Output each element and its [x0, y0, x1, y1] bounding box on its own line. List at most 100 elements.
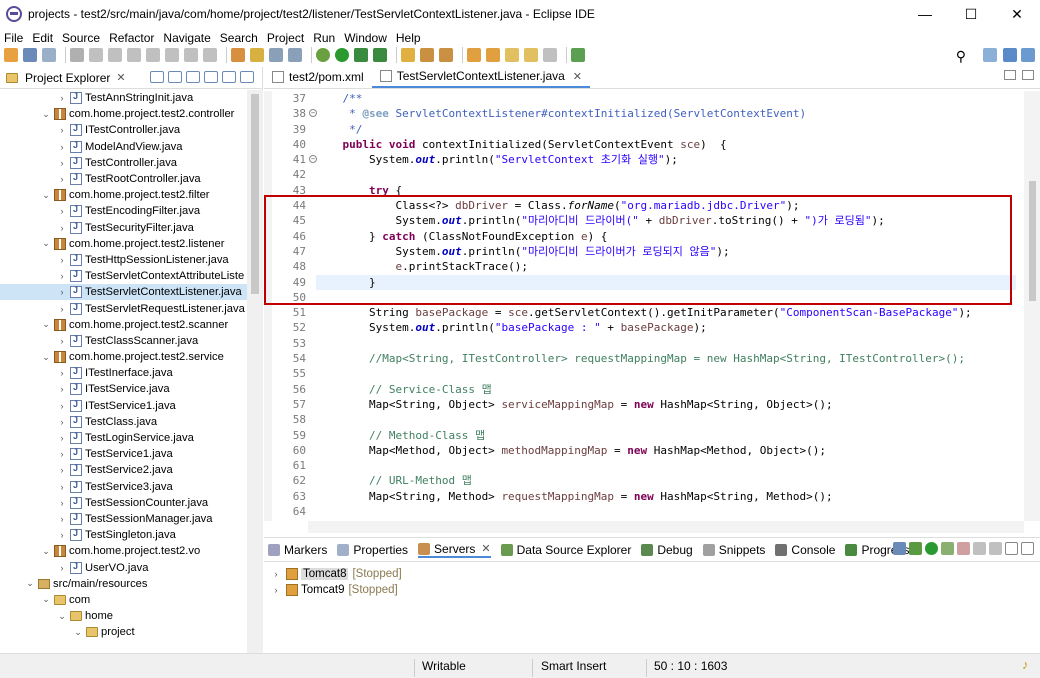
- file-row[interactable]: › TestRootController.java: [0, 171, 247, 187]
- search-icon[interactable]: ⚲: [956, 48, 966, 65]
- profile-server-icon[interactable]: [941, 542, 954, 555]
- file-row[interactable]: › TestAnnStringInit.java: [0, 90, 247, 106]
- expand-icon[interactable]: ›: [270, 585, 282, 595]
- file-row[interactable]: › TestService3.java: [0, 479, 247, 495]
- menu-navigate[interactable]: Navigate: [159, 31, 215, 45]
- expand-icon[interactable]: ›: [56, 304, 68, 314]
- file-row[interactable]: › ModelAndView.java: [0, 139, 247, 155]
- expand-icon[interactable]: ⌄: [40, 594, 52, 605]
- start-server-icon[interactable]: [925, 542, 938, 555]
- project-explorer-tab[interactable]: Project Explorer ✕: [0, 67, 262, 89]
- expand-icon[interactable]: ›: [270, 569, 282, 579]
- server-row-tomcat8[interactable]: › Tomcat8 [Stopped]: [264, 566, 1040, 582]
- close-icon[interactable]: ✕: [116, 71, 125, 84]
- debug-icon[interactable]: [316, 48, 330, 62]
- new-icon[interactable]: [4, 48, 18, 62]
- highlight-icon[interactable]: [250, 48, 264, 62]
- menu-project[interactable]: Project: [263, 31, 309, 45]
- show-whitespace-icon[interactable]: [288, 48, 302, 62]
- file-row[interactable]: › TestSingleton.java: [0, 527, 247, 543]
- expand-icon[interactable]: ›: [56, 336, 68, 346]
- tab-data-source-explorer[interactable]: Data Source Explorer: [500, 543, 631, 557]
- minimize-view-icon[interactable]: [222, 71, 236, 83]
- debug-server-icon[interactable]: [909, 542, 922, 555]
- menu-window[interactable]: Window: [340, 31, 392, 45]
- expand-icon[interactable]: ›: [56, 271, 68, 281]
- tab-test-servlet-context-listener[interactable]: TestServletContextListener.java ✕: [371, 66, 591, 88]
- step-over-icon[interactable]: [184, 48, 198, 62]
- expand-icon[interactable]: ›: [56, 206, 68, 216]
- maximize-view-icon[interactable]: [1021, 542, 1034, 555]
- expand-icon[interactable]: ›: [56, 401, 68, 411]
- expand-icon[interactable]: ›: [56, 368, 68, 378]
- tab-console[interactable]: Console: [775, 543, 835, 557]
- folder-row[interactable]: ⌄ src/main/resources: [0, 576, 247, 592]
- expand-icon[interactable]: ›: [56, 93, 68, 103]
- file-row[interactable]: › TestServletContextListener.java: [0, 284, 247, 301]
- step-into-icon[interactable]: [165, 48, 179, 62]
- expand-icon[interactable]: ›: [56, 514, 68, 524]
- filter-icon[interactable]: [186, 71, 200, 83]
- menu-refactor[interactable]: Refactor: [105, 31, 159, 45]
- expand-icon[interactable]: ⌄: [40, 238, 52, 249]
- expand-icon[interactable]: ›: [56, 563, 68, 573]
- menu-edit[interactable]: Edit: [28, 31, 58, 45]
- tab-debug[interactable]: Debug: [641, 543, 693, 557]
- block-select-icon[interactable]: [269, 48, 283, 62]
- tab-snippets[interactable]: Snippets: [702, 543, 765, 557]
- menu-run[interactable]: Run: [309, 31, 340, 45]
- file-row[interactable]: › ITestInerface.java: [0, 365, 247, 381]
- file-row[interactable]: › TestLoginService.java: [0, 430, 247, 446]
- close-button[interactable]: ✕: [994, 0, 1040, 28]
- maximize-button[interactable]: ☐: [948, 0, 994, 28]
- expand-icon[interactable]: ›: [56, 174, 68, 184]
- expand-icon[interactable]: ›: [56, 384, 68, 394]
- external-tools-icon[interactable]: [373, 48, 387, 62]
- stop-server-icon[interactable]: [957, 542, 970, 555]
- folder-row[interactable]: ⌄ com: [0, 592, 247, 608]
- expand-icon[interactable]: ⌄: [40, 352, 52, 363]
- package-row[interactable]: ⌄ com.home.project.test2.vo: [0, 543, 247, 559]
- expand-icon[interactable]: ›: [56, 465, 68, 475]
- file-row[interactable]: › TestClass.java: [0, 414, 247, 430]
- save-all-icon[interactable]: [42, 48, 56, 62]
- view-menu-icon[interactable]: [204, 71, 218, 83]
- suspend-icon[interactable]: [108, 48, 122, 62]
- minimize-button[interactable]: —: [902, 0, 948, 28]
- file-row[interactable]: › TestService1.java: [0, 446, 247, 462]
- collapse-icon[interactable]: [893, 542, 906, 555]
- overview-ruler[interactable]: [1024, 91, 1040, 521]
- close-icon[interactable]: ✕: [573, 70, 582, 83]
- package-row[interactable]: ⌄ com.home.project.test2.listener: [0, 236, 247, 252]
- file-row[interactable]: › TestSecurityFilter.java: [0, 220, 247, 236]
- search-tool-icon[interactable]: [439, 48, 453, 62]
- menu-source[interactable]: Source: [58, 31, 105, 45]
- menu-help[interactable]: Help: [392, 31, 426, 45]
- terminate-icon[interactable]: [127, 48, 141, 62]
- expand-icon[interactable]: ›: [56, 417, 68, 427]
- prev-annotation-icon[interactable]: [486, 48, 500, 62]
- expand-icon[interactable]: ⌄: [40, 319, 52, 330]
- open-type-icon[interactable]: [420, 48, 434, 62]
- package-row[interactable]: ⌄ com.home.project.test2.controller: [0, 106, 247, 122]
- server-row-tomcat9[interactable]: › Tomcat9 [Stopped]: [264, 582, 1040, 598]
- file-row[interactable]: › TestSessionCounter.java: [0, 495, 247, 511]
- minimize-editor-icon[interactable]: [1004, 70, 1016, 80]
- expand-icon[interactable]: ›: [56, 223, 68, 233]
- clean-icon[interactable]: [989, 542, 1002, 555]
- forward-icon[interactable]: [543, 48, 557, 62]
- expand-icon[interactable]: ›: [56, 287, 68, 297]
- expand-icon[interactable]: ›: [56, 142, 68, 152]
- tip-icon[interactable]: ♪: [1022, 657, 1029, 672]
- tab-markers[interactable]: Markers: [268, 543, 327, 557]
- folder-row[interactable]: ⌄ project: [0, 624, 247, 640]
- minimize-view-icon[interactable]: [1005, 542, 1018, 555]
- file-row[interactable]: › TestHttpSessionListener.java: [0, 252, 247, 268]
- resume-icon[interactable]: [89, 48, 103, 62]
- insert-mode-status[interactable]: Smart Insert: [541, 659, 606, 673]
- file-row[interactable]: › TestServletRequestListener.java: [0, 300, 247, 316]
- file-row[interactable]: › TestService2.java: [0, 462, 247, 478]
- expand-icon[interactable]: ⌄: [40, 546, 52, 557]
- file-row[interactable]: › TestSessionManager.java: [0, 511, 247, 527]
- step-return-icon[interactable]: [203, 48, 217, 62]
